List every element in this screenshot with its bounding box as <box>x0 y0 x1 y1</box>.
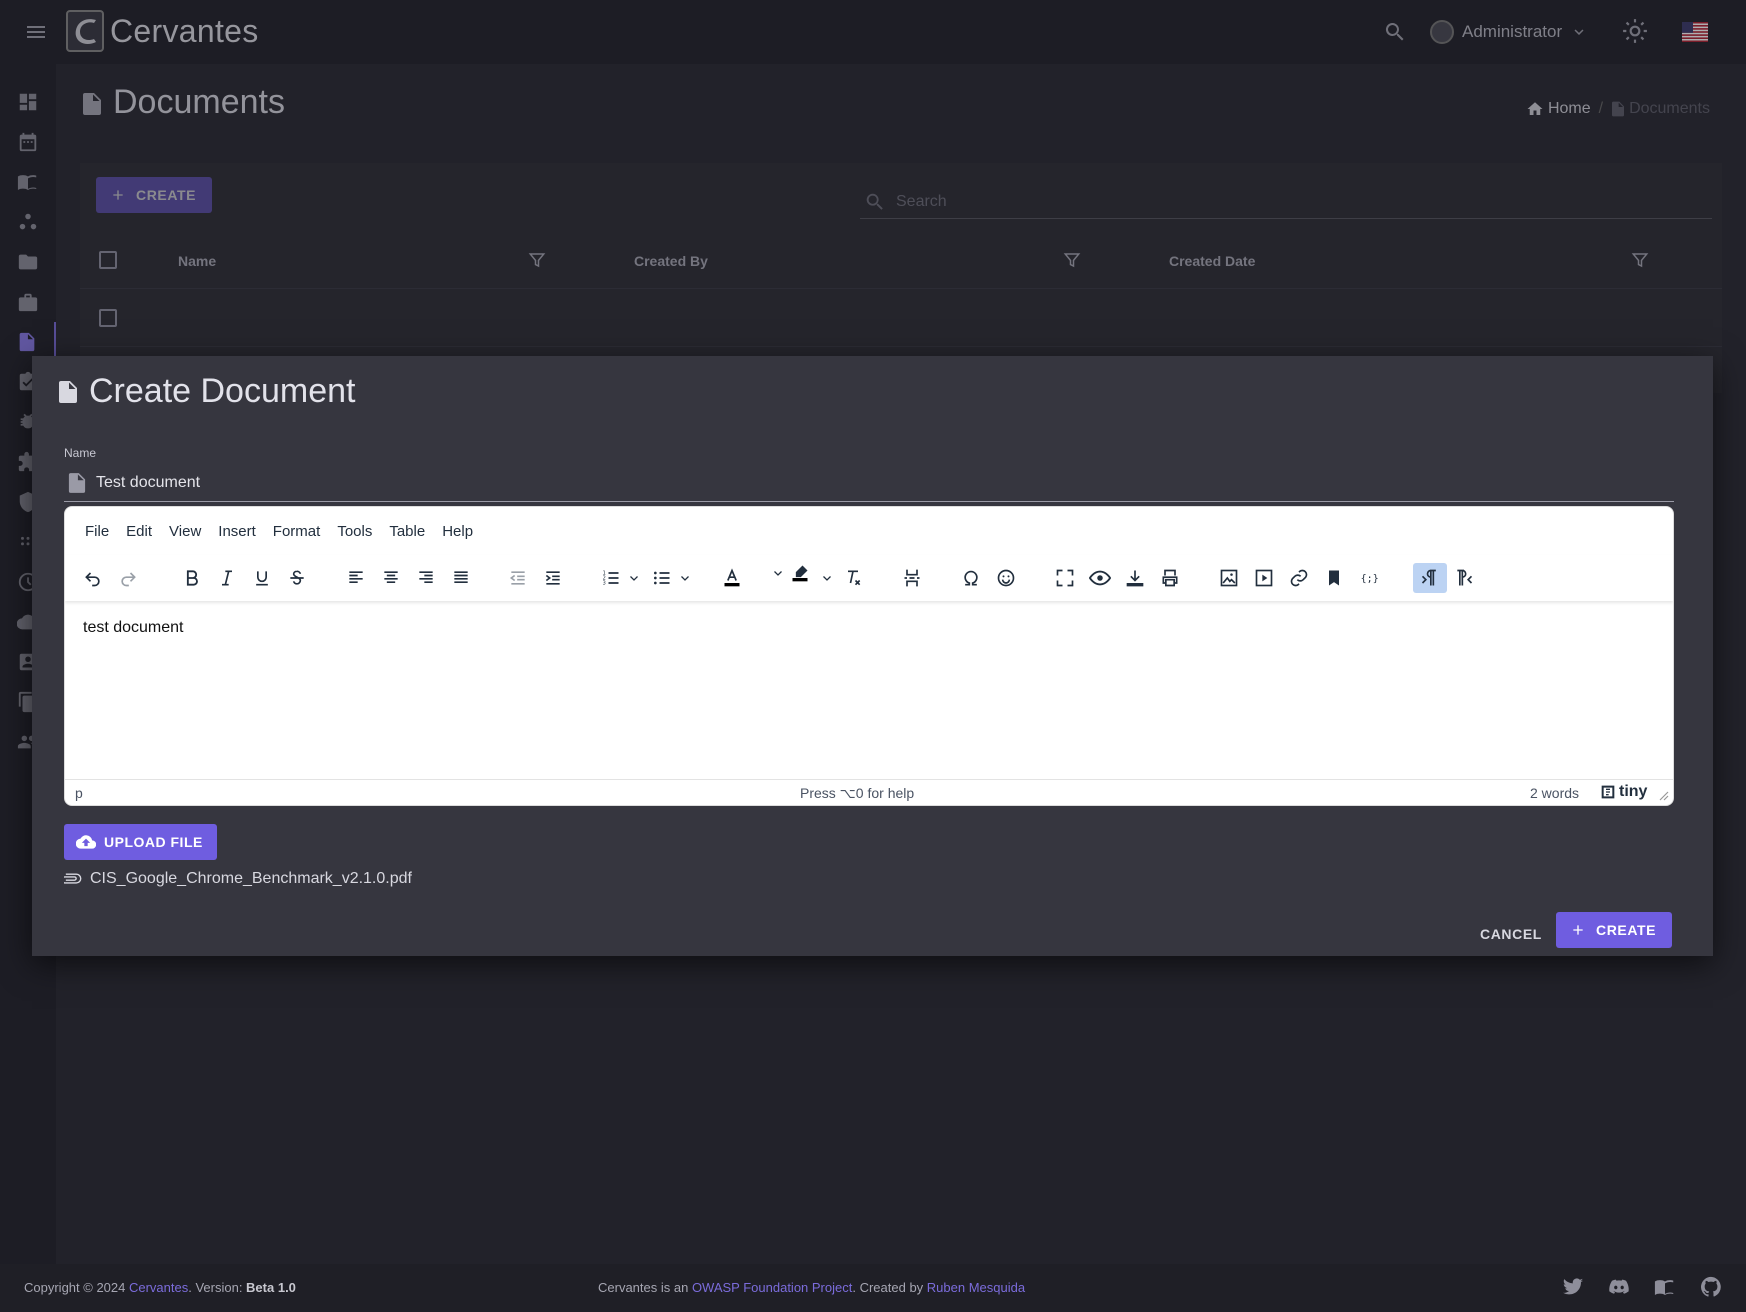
chevron-down-icon[interactable] <box>820 563 834 593</box>
rtl-direction-icon[interactable] <box>1449 563 1479 593</box>
special-character-icon[interactable] <box>956 563 986 593</box>
emoji-icon[interactable] <box>991 563 1021 593</box>
align-center-icon[interactable] <box>376 563 406 593</box>
chevron-down-icon[interactable] <box>771 558 785 588</box>
menu-file[interactable]: File <box>85 523 109 540</box>
text-color-icon[interactable] <box>717 563 747 593</box>
menu-format[interactable]: Format <box>273 523 321 540</box>
menu-table[interactable]: Table <box>389 523 425 540</box>
element-path[interactable]: p <box>75 785 83 801</box>
footer: Copyright © 2024 Cervantes. Version: Bet… <box>0 1264 1746 1312</box>
twitter-icon[interactable] <box>1562 1276 1584 1298</box>
redo-icon[interactable] <box>113 563 143 593</box>
align-right-icon[interactable] <box>411 563 441 593</box>
create-document-dialog: Create Document Name Test document File … <box>32 356 1713 956</box>
fullscreen-icon[interactable] <box>1050 563 1080 593</box>
highlight-color-icon[interactable] <box>785 558 815 588</box>
image-icon[interactable] <box>1214 563 1244 593</box>
tiny-icon <box>1601 785 1615 799</box>
media-icon[interactable] <box>1249 563 1279 593</box>
menu-help[interactable]: Help <box>442 523 473 540</box>
print-icon[interactable] <box>1155 563 1185 593</box>
link-icon[interactable] <box>1284 563 1314 593</box>
tiny-brand: tiny <box>1619 783 1648 800</box>
chevron-down-icon[interactable] <box>627 563 641 593</box>
name-input[interactable]: Test document <box>96 474 200 492</box>
app-link[interactable]: Cervantes <box>129 1280 188 1295</box>
plus-icon <box>1573 925 1583 935</box>
upload-file-button[interactable]: UPLOAD FILE <box>64 824 217 860</box>
editor-toolbar: 123 {;} <box>65 555 1673 601</box>
created-by-prefix: . Created by <box>852 1280 927 1295</box>
bookmark-icon[interactable] <box>1319 563 1349 593</box>
menu-view[interactable]: View <box>169 523 201 540</box>
copyright: Copyright © 2024 Cervantes. Version: Bet… <box>24 1280 296 1295</box>
outdent-icon[interactable] <box>503 563 533 593</box>
create-document-button[interactable]: CREATE <box>1556 912 1673 948</box>
download-icon[interactable] <box>1120 563 1150 593</box>
paperclip-icon <box>64 873 82 884</box>
version-prefix: . Version: <box>188 1280 247 1295</box>
align-justify-icon[interactable] <box>446 563 476 593</box>
name-field-label: Name <box>64 446 97 460</box>
document-icon <box>58 380 78 404</box>
social-links <box>1562 1276 1722 1298</box>
editor-statusbar: p Press ⌥0 for help 2 words tiny <box>65 779 1673 805</box>
attachment-name: CIS_Google_Chrome_Benchmark_v2.1.0.pdf <box>90 870 412 887</box>
github-icon[interactable] <box>1700 1276 1722 1298</box>
bullet-list-icon[interactable] <box>647 563 677 593</box>
menu-insert[interactable]: Insert <box>218 523 256 540</box>
version: Beta 1.0 <box>246 1280 296 1295</box>
editor-content[interactable]: test document <box>65 601 1673 779</box>
discord-icon[interactable] <box>1608 1276 1630 1298</box>
word-count[interactable]: 2 words <box>1530 785 1579 801</box>
svg-text:3: 3 <box>603 581 606 587</box>
document-icon <box>68 472 86 493</box>
owasp-prefix: Cervantes is an <box>598 1280 692 1295</box>
ltr-direction-icon[interactable] <box>1413 563 1447 593</box>
name-field[interactable]: Test document <box>64 464 1674 502</box>
help-hint: Press ⌥0 for help <box>800 785 915 801</box>
menu-edit[interactable]: Edit <box>126 523 152 540</box>
cancel-button[interactable]: CANCEL <box>1472 916 1550 952</box>
svg-text:{;}: {;} <box>1361 573 1379 584</box>
italic-icon[interactable] <box>212 563 242 593</box>
code-sample-icon[interactable]: {;} <box>1354 563 1384 593</box>
dialog-title: Create Document <box>89 372 356 410</box>
author-link[interactable]: Ruben Mesquida <box>927 1280 1025 1295</box>
strikethrough-icon[interactable] <box>282 563 312 593</box>
rich-text-editor: File Edit View Insert Format Tools Table… <box>64 506 1674 806</box>
create-document-label: CREATE <box>1596 922 1657 938</box>
preview-icon[interactable] <box>1085 563 1115 593</box>
menu-tools[interactable]: Tools <box>337 523 372 540</box>
numbered-list-icon[interactable]: 123 <box>596 563 626 593</box>
upload-file-label: UPLOAD FILE <box>104 834 203 850</box>
chevron-down-icon[interactable] <box>678 563 692 593</box>
owasp-link[interactable]: OWASP Foundation Project <box>692 1280 852 1295</box>
book-icon[interactable] <box>1654 1276 1676 1298</box>
page-break-icon[interactable] <box>897 563 927 593</box>
resize-handle-icon[interactable] <box>1659 791 1669 801</box>
bold-icon[interactable] <box>177 563 207 593</box>
cloud-upload-icon <box>76 835 96 849</box>
align-left-icon[interactable] <box>341 563 371 593</box>
editor-menubar: File Edit View Insert Format Tools Table… <box>65 507 1673 555</box>
undo-icon[interactable] <box>78 563 108 593</box>
copyright-prefix: Copyright © 2024 <box>24 1280 129 1295</box>
underline-icon[interactable] <box>247 563 277 593</box>
indent-icon[interactable] <box>538 563 568 593</box>
project-info: Cervantes is an OWASP Foundation Project… <box>598 1280 1025 1295</box>
tiny-logo[interactable]: tiny <box>1600 783 1647 801</box>
attached-file[interactable]: CIS_Google_Chrome_Benchmark_v2.1.0.pdf <box>64 868 412 890</box>
clear-formatting-icon[interactable] <box>838 563 868 593</box>
